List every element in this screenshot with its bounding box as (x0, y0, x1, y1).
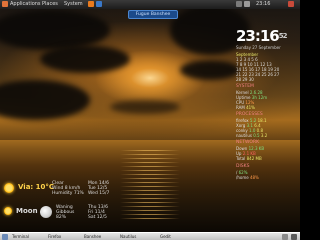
sun-icon (4, 207, 12, 215)
menu-system[interactable]: System (64, 0, 83, 9)
process-row: nautilus 0.5 3.2 (236, 133, 268, 138)
clock-time: 23:16 (236, 27, 280, 45)
moon-phase: Waning Gibbous 82% (56, 205, 74, 220)
conky-clock: 23:1652 (236, 28, 287, 44)
top-panel: Applications Places System 23:16 (0, 0, 300, 9)
workspace-switcher-icon[interactable] (282, 234, 288, 240)
stat-value: 41% (246, 105, 255, 110)
clock-seconds: 52 (278, 32, 288, 40)
volume-icon[interactable] (244, 1, 250, 7)
sun-glitter (120, 150, 180, 220)
moon-icon (40, 206, 52, 218)
menu-places[interactable]: Places (42, 0, 58, 9)
weather-conditions: Clear Wind 8 km/h Humidity 71% (52, 181, 84, 196)
ubuntu-logo-icon[interactable] (2, 1, 8, 7)
system-stats: Kernel 2.6.28 Uptime 3h 12m CPU 12% RAM … (236, 90, 298, 110)
taskbar-item[interactable]: Firefox (48, 234, 61, 240)
disk-stats: / 62% /home 48% (236, 170, 298, 180)
media-player-toolbar[interactable]: Fugue Banshee (128, 10, 178, 19)
weather-forecast-2: Thu 13/6 Fri 11/4 Sat 12/5 (88, 205, 108, 220)
date-line: Sunday 27 September (236, 45, 281, 50)
weather-forecast: Mon 14/6 Tue 12/5 Wed 15/7 (88, 181, 109, 196)
processes-section-label: PROCESSES (236, 112, 263, 117)
stat-value: 842 MB (246, 156, 262, 161)
taskbar-item[interactable]: Gedit (160, 234, 171, 240)
bottom-taskbar: Terminal Firefox Banshee Nautilus Gedit (0, 232, 300, 240)
firefox-launcher-icon[interactable] (88, 1, 94, 7)
network-icon[interactable] (236, 1, 242, 7)
weather-line: Humidity 71% (52, 191, 84, 196)
forecast-line: Sat 12/5 (88, 215, 107, 220)
weather-temperature: Via: 10°C (18, 183, 55, 191)
calendar-row: 28 29 30 (236, 77, 254, 82)
trash-icon[interactable] (291, 234, 297, 240)
taskbar-item[interactable]: Nautilus (120, 234, 136, 240)
power-icon[interactable] (288, 1, 294, 7)
show-desktop-icon[interactable] (2, 234, 8, 240)
stat-label: /home (236, 175, 249, 180)
panel-clock[interactable]: 23:16 (256, 0, 270, 9)
mail-launcher-icon[interactable] (96, 1, 102, 7)
calendar: September 1 2 3 4 5 6 7 8 9 10 11 12 13 … (236, 52, 298, 82)
stat-value: 48% (249, 175, 259, 180)
process-list: firefox 5.2 18.1 Xorg 3.1 6.4 conky 1.0 … (236, 118, 298, 138)
forecast-line: Wed 15/7 (88, 191, 110, 196)
sun-icon (4, 183, 14, 193)
disks-section-label: DISKS (236, 164, 250, 169)
menu-applications[interactable]: Applications (10, 0, 41, 9)
taskbar-item[interactable]: Banshee (84, 234, 101, 240)
moon-label: Moon (16, 207, 38, 215)
system-section-label: SYSTEM (236, 84, 254, 89)
stat-label: RAM (236, 105, 245, 110)
stat-label: Total (236, 156, 246, 161)
network-section-label: NETWORK (236, 140, 260, 145)
moon-line: 82% (56, 215, 67, 220)
network-stats: Down 12.3 KB Up 2.1 KB Total 842 MB (236, 146, 298, 161)
taskbar-item[interactable]: Terminal (12, 234, 29, 240)
